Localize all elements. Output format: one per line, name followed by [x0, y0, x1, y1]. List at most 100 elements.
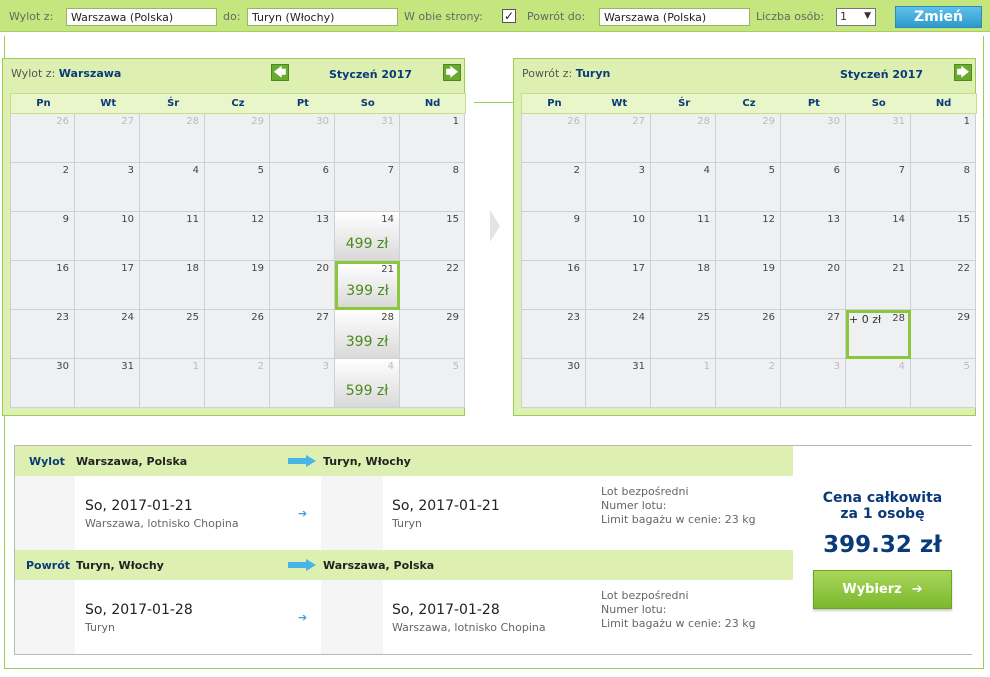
outbound-segment-header: Wylot Warszawa, Polska Turyn, Włochy [15, 446, 793, 476]
return-day-cell: 2 [716, 359, 781, 408]
day-number: 1 [963, 116, 970, 127]
return-city: Turyn [575, 67, 611, 80]
return-day-cell: 12 [716, 212, 781, 261]
day-number: 1 [703, 361, 710, 372]
return-day-cell: 31 [846, 114, 911, 163]
search-bar: Wylot z: Warszawa (Polska) do: Turyn (Wł… [0, 0, 990, 32]
day-number: 29 [762, 116, 775, 127]
inbound-to: Warszawa, Polska [323, 559, 435, 572]
day-number: 11 [186, 214, 199, 225]
day-price: 399 zł [346, 283, 389, 299]
return-week-row: 26 27 28 29 30 31 1 [521, 114, 977, 163]
from-label: Wylot z: [9, 10, 54, 23]
day-number: 16 [567, 263, 580, 274]
weekday-label: Cz [231, 98, 245, 109]
choose-button[interactable]: Wybierz ➔ [813, 570, 952, 609]
return-input[interactable]: Warszawa (Polska) [599, 8, 750, 26]
weekday-label: Pn [547, 98, 562, 109]
return-calendar-title: Powrót z: Turyn [522, 67, 611, 80]
outbound-day-cell[interactable]: 28 399 zł [335, 310, 400, 359]
outbound-day-cell: 29 [205, 114, 270, 163]
price-title: Cena całkowita za 1 osobę [822, 490, 943, 522]
from-input[interactable]: Warszawa (Polska) [66, 8, 217, 26]
day-number: 10 [632, 214, 645, 225]
day-number: 3 [322, 361, 329, 372]
return-day-cell: 1 [651, 359, 716, 408]
outbound-day-cell: 30 [270, 114, 335, 163]
outbound-day-cell: 24 [75, 310, 140, 359]
outbound-day-cell: 4 [140, 163, 205, 212]
outbound-day-cell: 9 [10, 212, 75, 261]
weekday-label: So [871, 98, 886, 109]
outbound-arrival-place: Turyn [392, 517, 423, 530]
return-day-cell: 6 [781, 163, 846, 212]
return-week-row: 16 17 18 19 20 21 22 [521, 261, 977, 310]
weekday-label: Wt [100, 98, 117, 109]
arrow-right-icon: ➔ [298, 611, 308, 624]
outbound-day-cell: 8 [400, 163, 465, 212]
change-button[interactable]: Zmień [895, 6, 982, 28]
day-number: 16 [56, 263, 69, 274]
outbound-day-cell: 26 [205, 310, 270, 359]
outbound-week-row: 26 27 28 29 30 31 1 [10, 114, 466, 163]
day-number: 3 [638, 165, 645, 176]
return-day-cell[interactable]: 28 + 0 zł [846, 310, 911, 359]
return-day-cell: 26 [716, 310, 781, 359]
day-number: 7 [387, 165, 394, 176]
return-next-month-button[interactable]: 🡆 [954, 64, 972, 81]
day-number: 22 [957, 263, 970, 274]
to-input[interactable]: Turyn (Włochy) [247, 8, 398, 26]
day-number: 2 [573, 165, 580, 176]
outbound-day-cell[interactable]: 14 499 zł [335, 212, 400, 261]
price-box: Cena całkowita za 1 osobę 399.32 zł Wybi… [793, 446, 972, 654]
persons-select[interactable]: 1 ▼ [836, 8, 876, 26]
outbound-day-cell: 31 [335, 114, 400, 163]
return-day-cell: 4 [846, 359, 911, 408]
roundtrip-checkbox[interactable]: ✓ [502, 9, 516, 23]
inbound-departure-date: So, 2017-01-28 [85, 602, 193, 618]
day-number: 2 [62, 165, 69, 176]
day-number: 6 [322, 165, 329, 176]
return-calendar: Powrót z: Turyn Styczeń 2017 🡆 Pn Wt Śr Cz P… [513, 58, 977, 416]
return-month: Styczeń 2017 [840, 68, 924, 81]
day-number: 28 [697, 116, 710, 127]
outbound-day-cell: 3 [75, 163, 140, 212]
weekday-label: Pt [296, 98, 309, 109]
outbound-week-row: 16 17 18 19 20 21 399 zł 22 [10, 261, 466, 310]
outbound-day-cell[interactable]: 4 599 zł [335, 359, 400, 408]
outbound-day-cell: 1 [140, 359, 205, 408]
return-day-cell: 21 [846, 261, 911, 310]
return-week-row: 2 3 4 5 6 7 8 [521, 163, 977, 212]
day-number: 31 [121, 361, 134, 372]
return-day-cell: 27 [781, 310, 846, 359]
calendar-connector [474, 102, 514, 103]
return-week-row: 9 10 11 12 13 14 15 [521, 212, 977, 261]
day-number: 24 [121, 312, 134, 323]
day-number: 20 [316, 263, 329, 274]
outbound-day-cell: 31 [75, 359, 140, 408]
return-week-row: 30 31 1 2 3 4 5 [521, 359, 977, 408]
outbound-day-cell[interactable]: 21 399 zł [335, 261, 400, 310]
day-number: 30 [56, 361, 69, 372]
return-day-cell: 20 [781, 261, 846, 310]
prev-month-button[interactable]: 🡄 [271, 64, 289, 81]
inbound-segment-header: Powrót Turyn, Włochy Warszawa, Polska [15, 550, 793, 580]
next-month-button[interactable]: 🡆 [443, 64, 461, 81]
day-number: 24 [632, 312, 645, 323]
arrow-right-icon: ➔ [911, 582, 923, 597]
return-day-cell: 7 [846, 163, 911, 212]
outbound-segment-label: Wylot [29, 455, 65, 468]
day-number: 30 [827, 116, 840, 127]
return-day-cell: 22 [911, 261, 976, 310]
day-number: 31 [892, 116, 905, 127]
return-day-cell: 8 [911, 163, 976, 212]
outbound-day-cell: 18 [140, 261, 205, 310]
return-weekday-header: Pn Wt Śr Cz Pt So Nd [521, 93, 977, 114]
return-day-cell: 3 [781, 359, 846, 408]
day-number: 17 [121, 263, 134, 274]
day-number: 5 [768, 165, 775, 176]
return-day-cell: 31 [586, 359, 651, 408]
day-number: 25 [186, 312, 199, 323]
return-day-cell: 11 [651, 212, 716, 261]
outbound-day-cell: 28 [140, 114, 205, 163]
